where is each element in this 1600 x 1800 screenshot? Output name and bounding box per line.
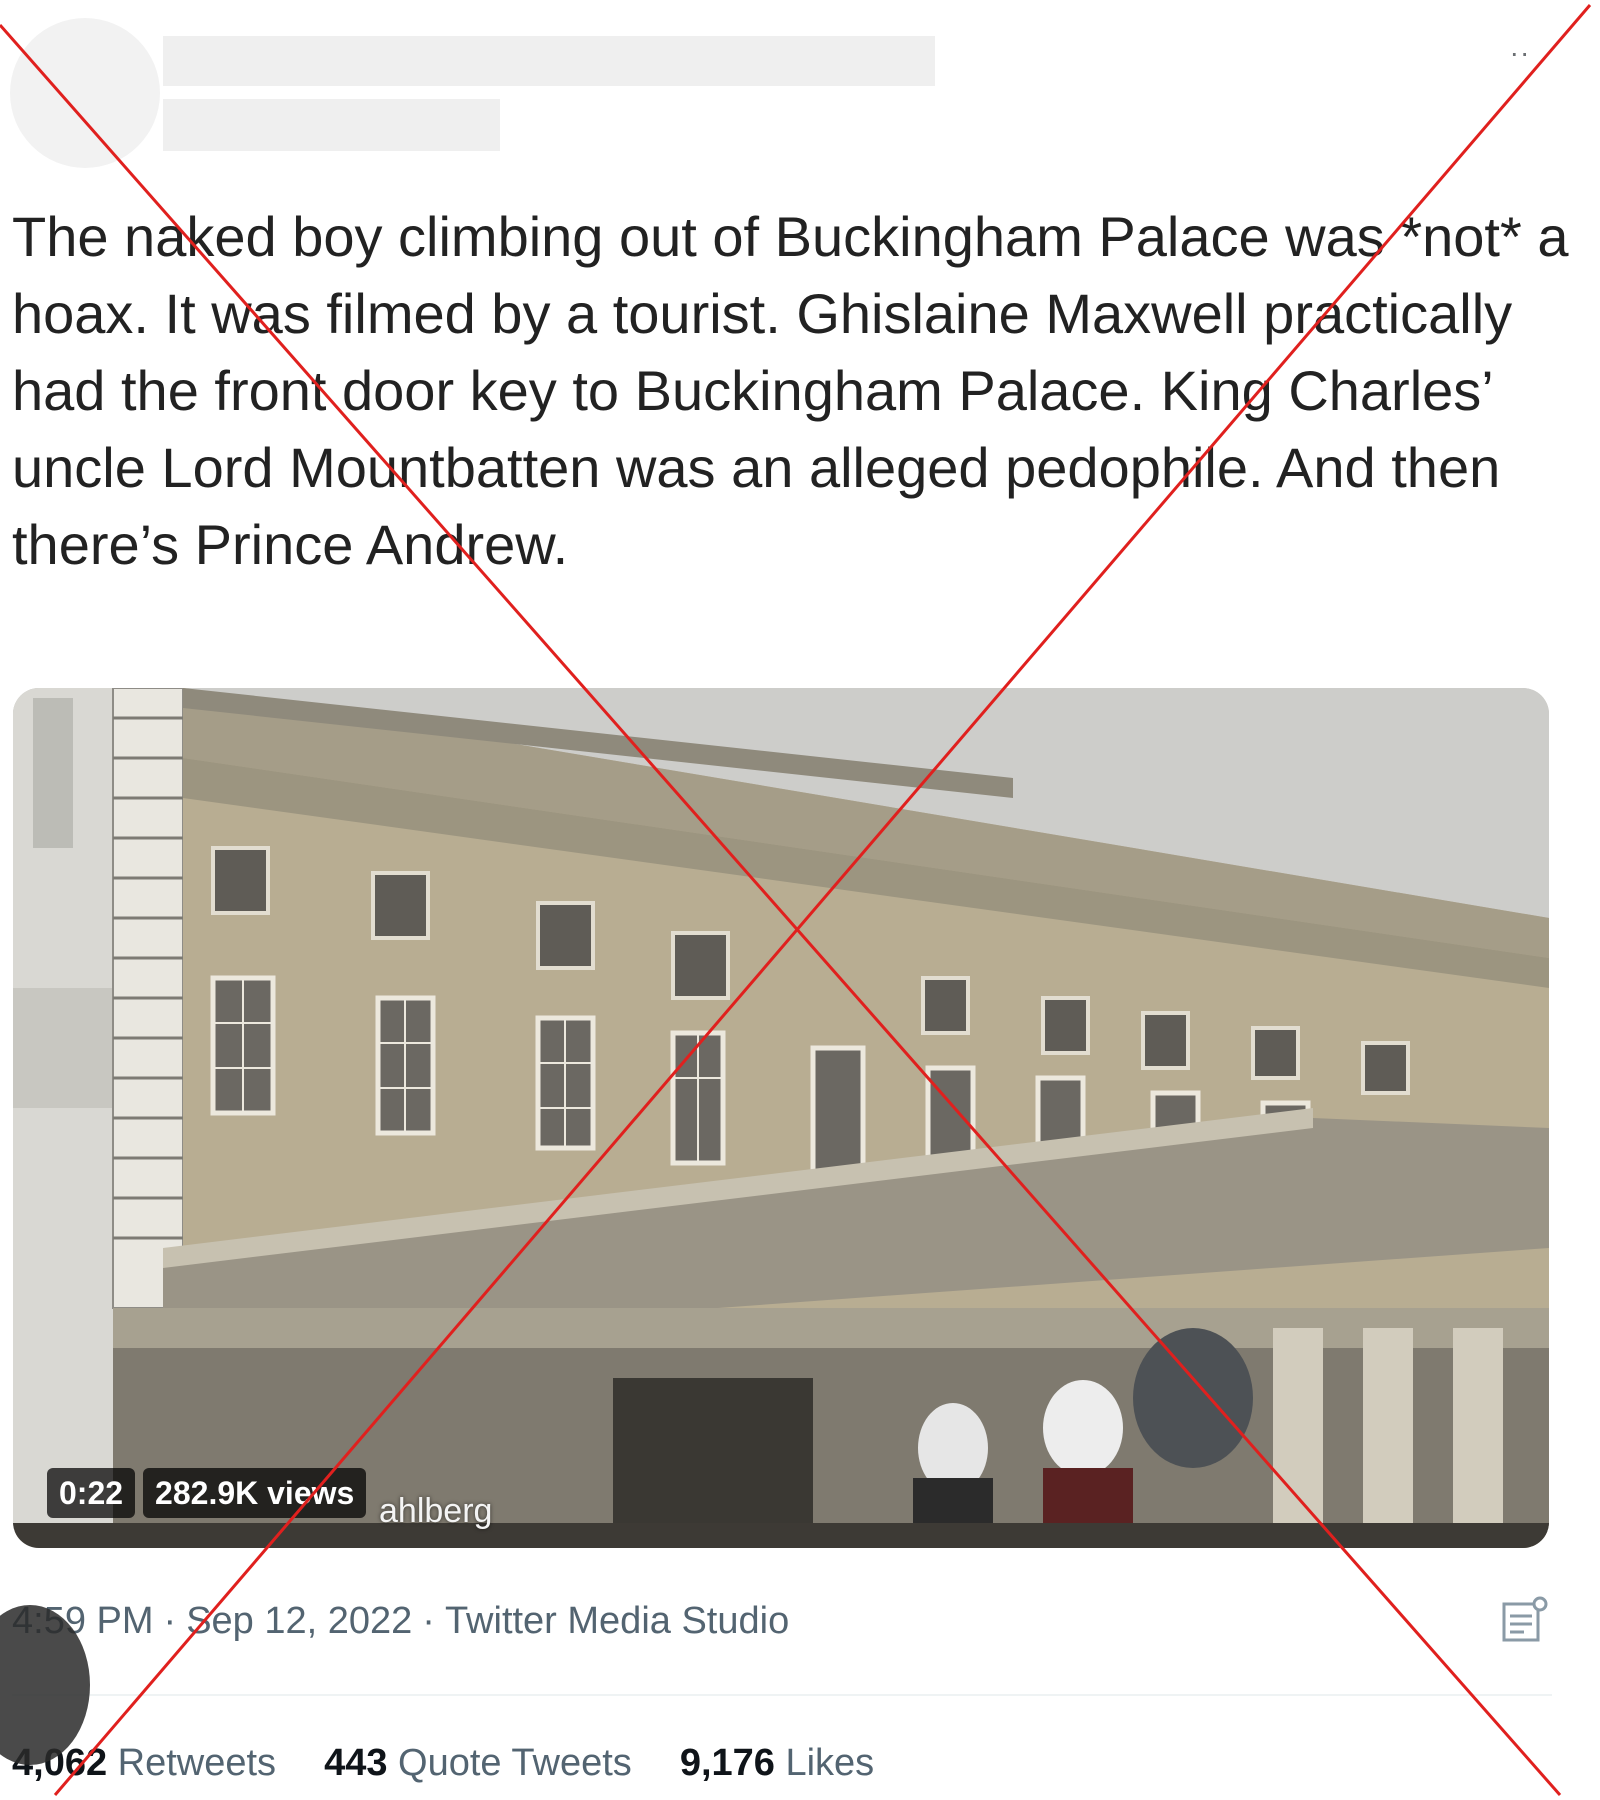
tweet-card: ·· The naked boy climbing out of Bucking…: [0, 0, 1600, 1800]
quote-tweets-label: Quote Tweets: [398, 1742, 632, 1784]
avatar-redacted[interactable]: [10, 18, 160, 168]
tweet-date[interactable]: Sep 12, 2022: [186, 1600, 412, 1643]
handle-redacted[interactable]: [163, 99, 500, 151]
more-dots-icon: ··: [1509, 37, 1531, 68]
video-player[interactable]: 0:22 282.9K views ahlberg: [13, 688, 1549, 1548]
quote-tweets-count: 443: [324, 1742, 388, 1784]
video-badges: 0:22 282.9K views: [47, 1468, 367, 1518]
tweet-meta: 4:59 PM · Sep 12, 2022 · Twitter Media S…: [12, 1600, 789, 1643]
tweet-source[interactable]: Twitter Media Studio: [445, 1600, 789, 1643]
analytics-icon[interactable]: [1500, 1596, 1550, 1646]
likes-count: 9,176: [679, 1742, 775, 1784]
more-options-button[interactable]: ··: [1500, 38, 1540, 68]
tweet-text: The naked boy climbing out of Buckingham…: [12, 205, 1569, 576]
likes-stat[interactable]: 9,176 Likes: [680, 1742, 874, 1785]
display-name-redacted[interactable]: [163, 36, 935, 86]
retweets-label: Retweets: [117, 1742, 277, 1784]
palace-video-frame: [13, 688, 1549, 1548]
quote-tweets-stat[interactable]: 443 Quote Tweets: [324, 1742, 632, 1785]
video-duration-badge: 0:22: [47, 1468, 136, 1518]
video-watermark: ahlberg: [379, 1492, 493, 1530]
meta-separator: ·: [422, 1600, 435, 1642]
meta-separator: ·: [163, 1600, 177, 1642]
video-views-badge: 282.9K views: [143, 1468, 367, 1518]
tweet-stats: 4,062 Retweets 443 Quote Tweets 9,176 Li…: [12, 1742, 874, 1785]
divider: [12, 1694, 1552, 1696]
likes-label: Likes: [785, 1742, 875, 1784]
